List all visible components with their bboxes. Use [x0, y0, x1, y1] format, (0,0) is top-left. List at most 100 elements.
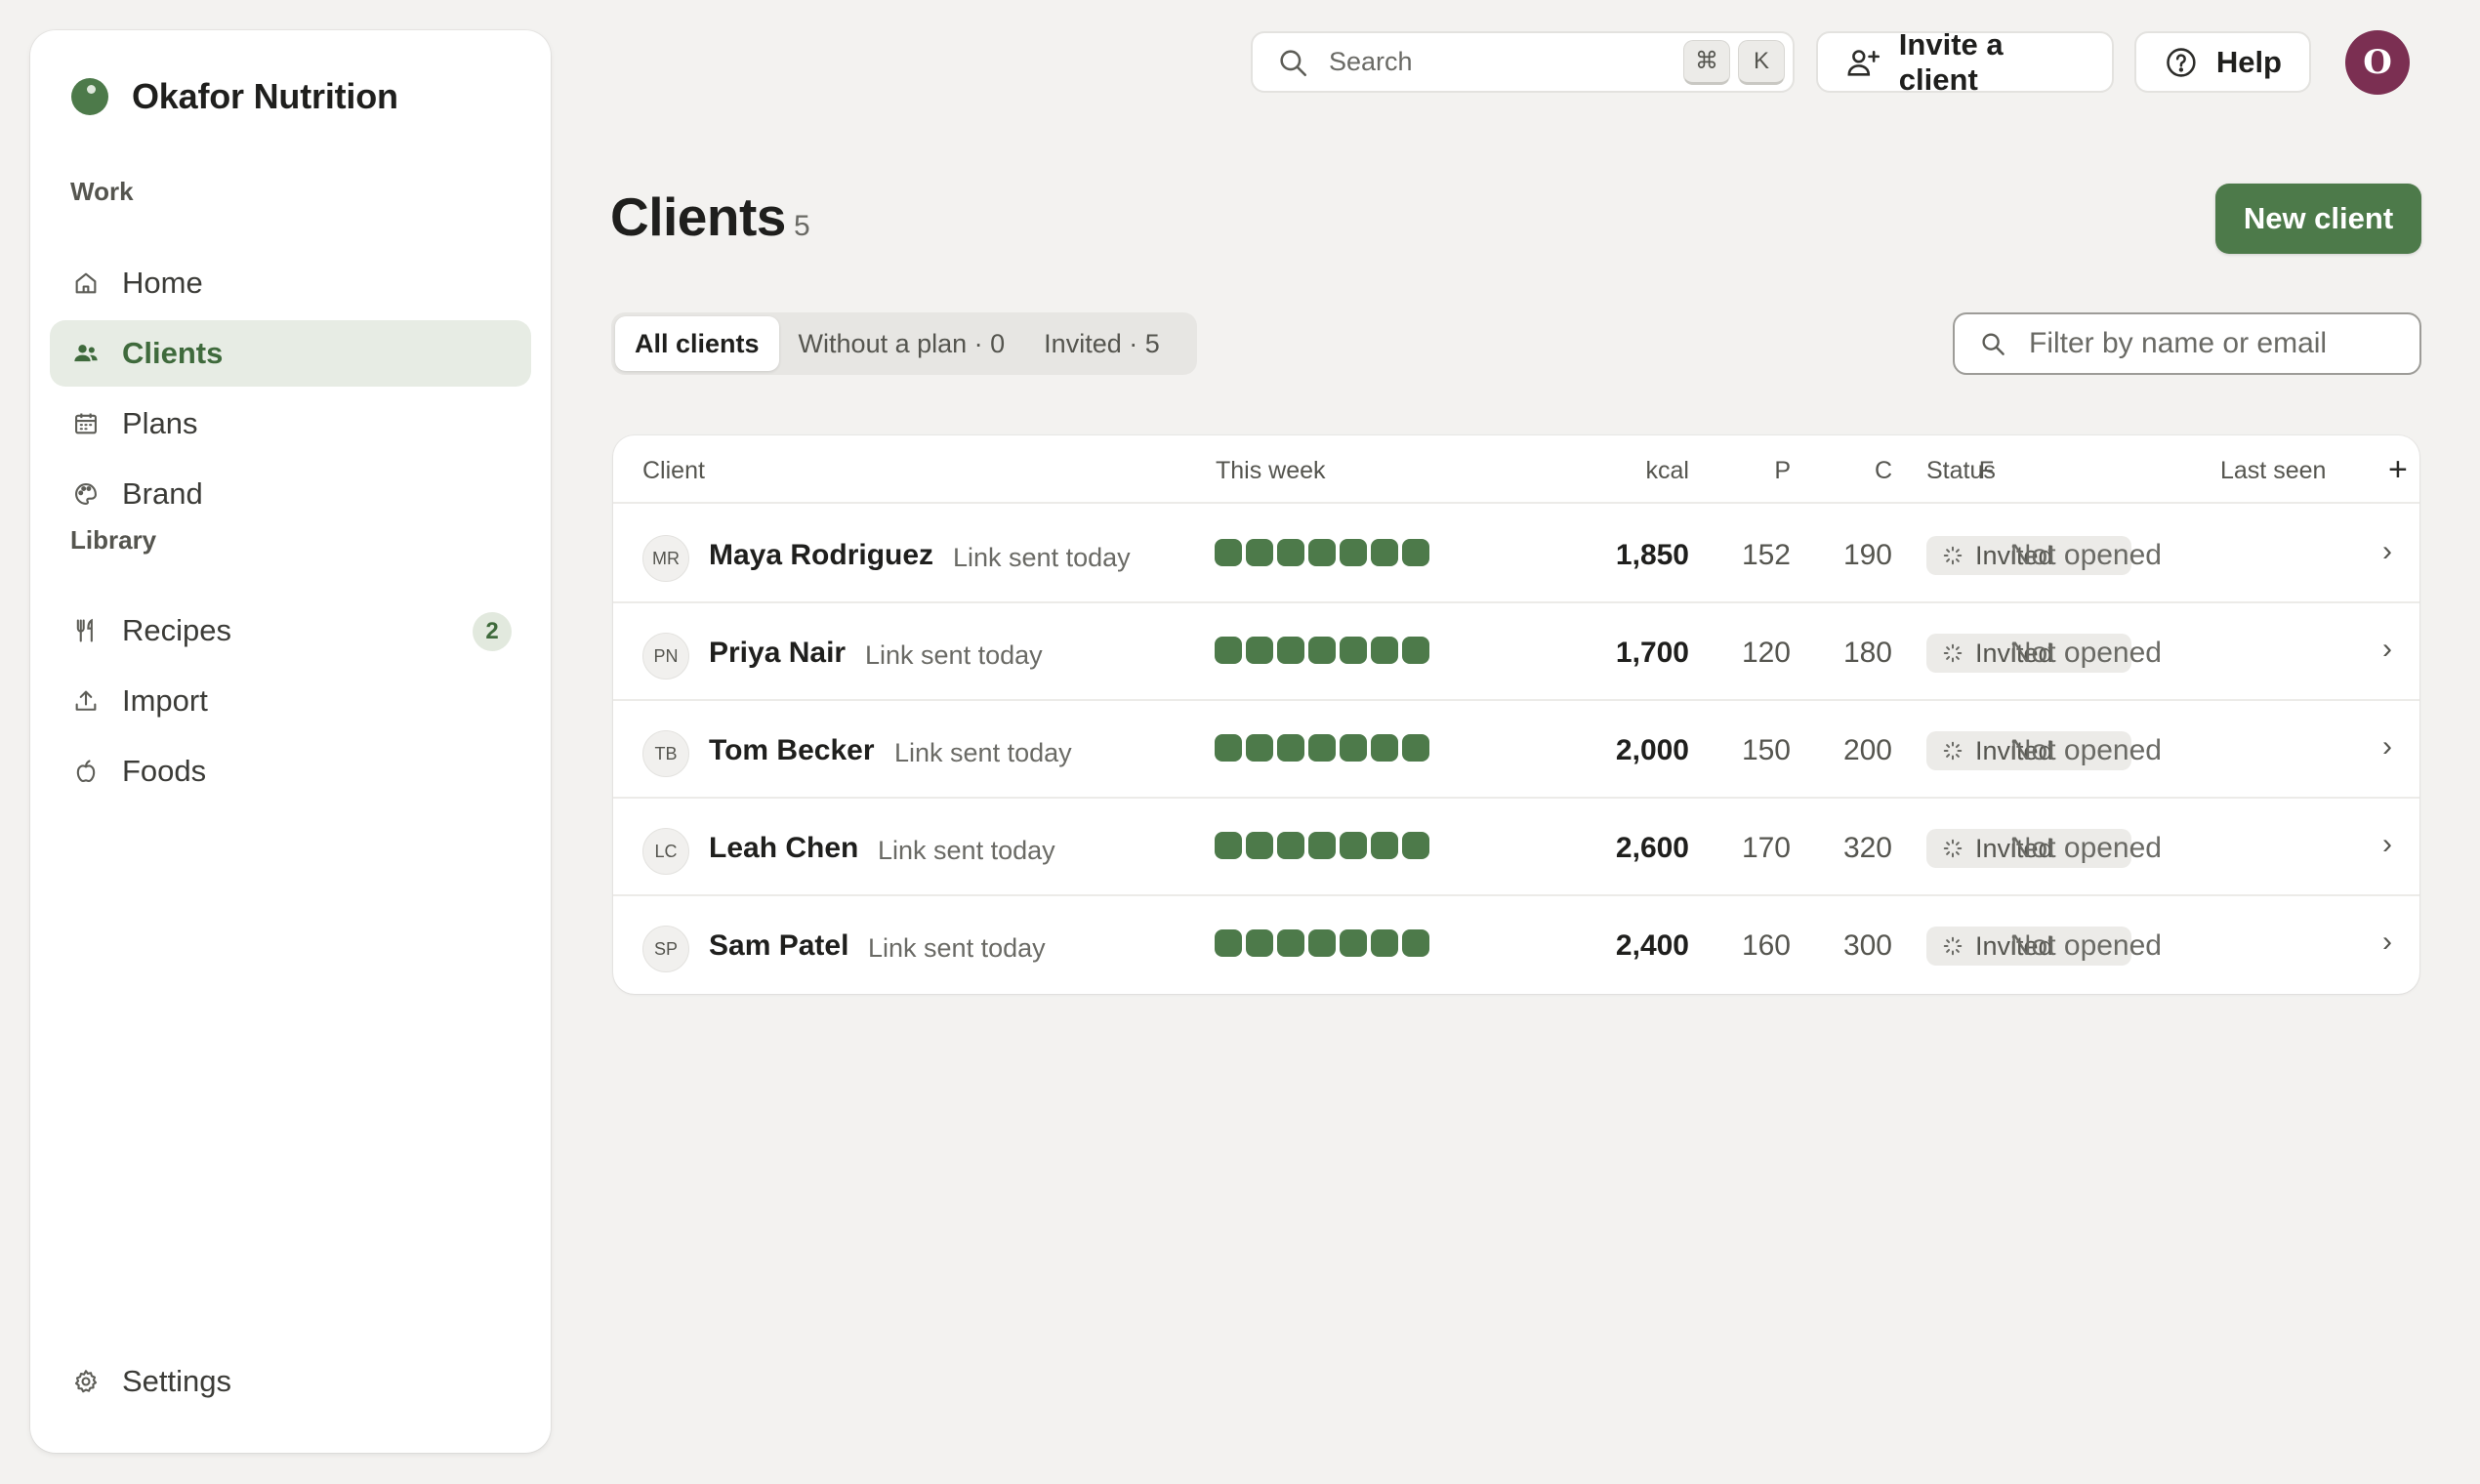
tab-invited[interactable]: Invited · 5	[1024, 316, 1179, 371]
shortcut-key-cmd: ⌘	[1683, 39, 1730, 85]
kcal-value: 2,400	[1615, 929, 1689, 962]
client-invite-note: Link sent today	[868, 933, 1046, 963]
day-dot	[1277, 832, 1304, 859]
sidebar-item-settings[interactable]: Settings	[50, 1348, 531, 1415]
day-dot	[1340, 929, 1367, 957]
col-carbs[interactable]: C	[1775, 457, 1892, 485]
day-dot	[1371, 734, 1398, 762]
col-last-seen[interactable]: Last seen	[2220, 457, 2326, 485]
client-initials-avatar: SP	[642, 926, 689, 972]
client-filter-tabs: All clients Without a plan · 0 Invited ·…	[611, 312, 1197, 375]
invite-client-button[interactable]: Invite a client	[1816, 27, 2114, 97]
filter-input[interactable]	[2029, 327, 2400, 360]
table-header: Client This week kcal P C F Status Last …	[613, 435, 2419, 504]
sidebar-item-home[interactable]: Home	[50, 250, 531, 316]
shortcut-key-k: K	[1738, 39, 1785, 85]
day-dot	[1308, 832, 1336, 859]
sidebar-item-label: Clients	[122, 336, 224, 370]
protein-value: 150	[1741, 734, 1791, 766]
client-initials-avatar: LC	[642, 828, 689, 875]
calendar-icon	[71, 409, 101, 438]
table-row[interactable]: PN Priya Nair Link sent today 1,700 120 …	[613, 603, 2419, 701]
chevron-right-icon[interactable]: ›	[2382, 730, 2392, 763]
sidebar-item-label: Brand	[122, 476, 203, 511]
client-name[interactable]: Sam Patel	[709, 929, 848, 963]
client-invite-note: Link sent today	[865, 640, 1043, 670]
day-dot	[1215, 734, 1242, 762]
upload-icon	[71, 686, 101, 716]
filter-box[interactable]	[1953, 312, 2421, 375]
col-client[interactable]: Client	[642, 457, 705, 485]
user-avatar[interactable]: O	[2345, 30, 2410, 95]
gear-icon	[71, 1367, 101, 1396]
pending-spinner-icon	[1943, 741, 1963, 761]
kcal-value: 1,850	[1615, 539, 1689, 571]
col-protein[interactable]: P	[1674, 457, 1791, 485]
global-search[interactable]: Search ⌘ K	[1251, 31, 1795, 93]
last-seen-value: Not opened	[2009, 734, 2162, 766]
brand[interactable]: Okafor Nutrition	[71, 67, 398, 126]
table-row[interactable]: LC Leah Chen Link sent today 2,600 170 3…	[613, 799, 2419, 896]
client-name[interactable]: Maya Rodriguez	[709, 539, 933, 572]
tab-all-clients[interactable]: All clients	[615, 316, 779, 371]
week-adherence-dots	[1215, 734, 1429, 762]
sidebar-item-label: Plans	[122, 406, 198, 440]
last-seen-value: Not opened	[2009, 539, 2162, 571]
sidebar-item-import[interactable]: Import	[50, 668, 531, 734]
col-kcal[interactable]: kcal	[1572, 457, 1689, 485]
table-row[interactable]: MR Maya Rodriguez Link sent today 1,850 …	[613, 506, 2419, 603]
client-invite-note: Link sent today	[894, 738, 1072, 767]
client-invite-note: Link sent today	[953, 543, 1131, 572]
table-row[interactable]: SP Sam Patel Link sent today 2,400 160 3…	[613, 896, 2419, 994]
col-status[interactable]: Status	[1926, 457, 1996, 485]
sidebar-item-label: Import	[122, 683, 208, 718]
day-dot	[1371, 539, 1398, 566]
client-name[interactable]: Leah Chen	[709, 832, 858, 865]
sidebar-item-clients[interactable]: Clients	[50, 320, 531, 387]
chevron-right-icon[interactable]: ›	[2382, 926, 2392, 959]
carbs-value: 300	[1842, 929, 1892, 962]
invite-client-label: Invite a client	[1898, 26, 2004, 97]
page-title: Clients	[610, 186, 786, 247]
week-adherence-dots	[1215, 539, 1429, 566]
clients-table: Client This week kcal P C F Status Last …	[613, 435, 2419, 994]
day-dot	[1371, 929, 1398, 957]
help-label: Help	[2215, 44, 2282, 79]
day-dot	[1277, 929, 1304, 957]
col-this-week[interactable]: This week	[1216, 457, 1326, 485]
chevron-right-icon[interactable]: ›	[2382, 535, 2392, 568]
week-adherence-dots	[1215, 832, 1429, 859]
day-dot	[1277, 637, 1304, 664]
tab-without-plan[interactable]: Without a plan · 0	[779, 316, 1025, 371]
pending-spinner-icon	[1943, 546, 1963, 565]
day-dot	[1340, 832, 1367, 859]
search-input[interactable]: Search	[1329, 47, 1683, 77]
sidebar-item-brand[interactable]: Brand	[50, 461, 531, 527]
brand-logo-icon	[71, 78, 108, 115]
add-column-icon[interactable]: +	[2388, 451, 2408, 489]
chevron-right-icon[interactable]: ›	[2382, 633, 2392, 666]
sidebar-item-foods[interactable]: Foods	[50, 738, 531, 804]
users-icon	[71, 339, 101, 368]
client-name[interactable]: Priya Nair	[709, 637, 846, 670]
help-button[interactable]: Help	[2134, 31, 2311, 93]
protein-value: 170	[1741, 832, 1791, 864]
carbs-value: 190	[1842, 539, 1892, 571]
day-dot	[1308, 929, 1336, 957]
client-name[interactable]: Tom Becker	[709, 734, 875, 767]
sidebar-item-label: Foods	[122, 754, 207, 788]
day-dot	[1277, 539, 1304, 566]
sidebar-item-plans[interactable]: Plans	[50, 391, 531, 457]
section-label-library: Library	[70, 525, 157, 555]
day-dot	[1308, 734, 1336, 762]
day-dot	[1246, 637, 1273, 664]
chevron-right-icon[interactable]: ›	[2382, 828, 2392, 861]
new-client-button[interactable]: New client	[2215, 184, 2421, 254]
sidebar-item-recipes[interactable]: Recipes 2	[50, 598, 531, 664]
table-row[interactable]: TB Tom Becker Link sent today 2,000 150 …	[613, 701, 2419, 799]
utensils-icon	[71, 616, 101, 645]
day-dot	[1277, 734, 1304, 762]
carbs-value: 180	[1842, 637, 1892, 669]
kcal-value: 2,000	[1615, 734, 1689, 766]
brand-name: Okafor Nutrition	[132, 76, 398, 116]
